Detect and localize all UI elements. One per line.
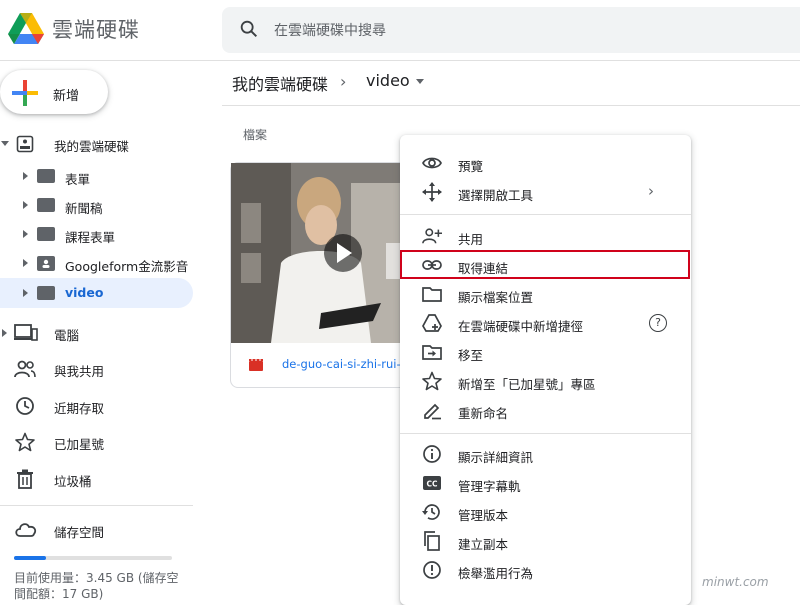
menu-item-versions[interactable]: 管理版本 [458,505,508,524]
sidebar-folder-googleform[interactable]: Googleform金流影音 [65,256,188,275]
breadcrumb-current[interactable]: video [366,71,410,90]
header-divider [0,60,800,61]
sidebar-divider [0,505,193,506]
breadcrumb-divider [222,105,800,106]
context-menu [400,135,691,605]
shared-people-icon [14,360,36,378]
trash-icon [17,469,33,489]
video-file-icon [249,359,263,371]
plus-icon [12,80,38,106]
person-add-icon [422,228,442,244]
eye-icon [422,157,442,169]
sidebar-item-starred[interactable]: 已加星號 [54,434,104,453]
captions-icon: CC [423,476,441,490]
storage-progress-fill [14,556,46,560]
folder-icon [37,286,55,300]
chevron-right-icon[interactable] [23,289,28,297]
folder-icon [37,169,55,183]
menu-item-open-with[interactable]: 選擇開啟工具 [458,185,533,204]
sidebar-item-my-drive[interactable]: 我的雲端硬碟 [54,136,129,155]
section-label: 檔案 [243,128,268,142]
pencil-icon [424,403,441,420]
menu-item-captions[interactable]: 管理字幕軌 [458,476,521,495]
chevron-right-icon[interactable] [23,259,28,267]
highlight-box-get-link [400,250,690,279]
history-icon [422,504,440,520]
sidebar-folder-course-forms[interactable]: 課程表單 [65,227,115,246]
menu-item-rename[interactable]: 重新命名 [458,403,508,422]
search-input[interactable]: 在雲端硬碟中搜尋 [274,20,386,40]
sidebar-folder-forms[interactable]: 表單 [65,169,90,188]
file-name[interactable]: de-guo-cai-si-zhi-rui-ji [282,357,407,371]
computer-icon [14,324,38,341]
sidebar-item-shared[interactable]: 與我共用 [54,361,104,380]
move-to-icon [422,345,442,360]
menu-item-show-location[interactable]: 顯示檔案位置 [458,287,533,306]
menu-item-share[interactable]: 共用 [458,229,483,248]
drive-logo-icon[interactable] [8,12,44,46]
report-icon [423,561,441,579]
sidebar-item-recent[interactable]: 近期存取 [54,398,104,417]
sidebar-item-computers[interactable]: 電腦 [54,325,79,344]
info-icon [423,445,441,463]
menu-item-details[interactable]: 顯示詳細資訊 [458,447,533,466]
chevron-down-icon[interactable] [1,141,9,146]
svg-text:CC: CC [426,480,438,489]
copy-icon [424,531,440,551]
menu-divider [400,433,691,434]
breadcrumb-separator: › [340,72,347,91]
chevron-right-icon: › [648,182,654,200]
shared-folder-icon [37,256,55,271]
cloud-icon [15,523,37,537]
star-icon [15,432,35,452]
chevron-right-icon[interactable] [23,172,28,180]
chevron-right-icon[interactable] [23,201,28,209]
video-thumbnail[interactable] [231,163,409,343]
search-icon[interactable] [238,18,260,40]
sidebar-folder-video[interactable]: video [65,285,103,300]
sidebar-item-storage[interactable]: 儲存空間 [54,522,104,541]
star-outline-icon [422,371,442,391]
menu-divider [400,214,691,215]
menu-item-add-star[interactable]: 新增至「已加星號」專區 [458,374,596,393]
menu-item-report-abuse[interactable]: 檢舉濫用行為 [458,563,533,582]
storage-usage-text: 目前使用量：3.45 GB (儲存空 [14,571,179,585]
link-icon [422,260,442,270]
menu-item-get-link[interactable]: 取得連結 [458,258,508,277]
chevron-down-icon[interactable] [416,79,424,84]
chevron-right-icon[interactable] [23,230,28,238]
new-button-label: 新增 [53,89,80,104]
menu-item-make-copy[interactable]: 建立副本 [458,534,508,553]
help-icon[interactable]: ? [649,314,667,332]
watermark: minwt.com [702,575,769,589]
app-title: 雲端硬碟 [52,18,140,42]
sidebar-item-trash[interactable]: 垃圾桶 [54,471,92,490]
folder-icon [37,198,55,212]
storage-usage-text-2: 間配額：17 GB) [14,587,104,601]
open-with-icon [422,182,442,202]
menu-item-add-shortcut[interactable]: 在雲端硬碟中新增捷徑 [458,316,583,335]
breadcrumb-root[interactable]: 我的雲端硬碟 [232,71,328,95]
menu-item-preview[interactable]: 預覽 [458,156,483,175]
add-shortcut-icon [422,314,442,332]
menu-item-move-to[interactable]: 移至 [458,345,483,364]
folder-icon [37,227,55,241]
clock-icon [16,397,34,415]
folder-outline-icon [422,287,442,302]
sidebar-folder-press[interactable]: 新聞稿 [65,198,103,217]
my-drive-icon [16,135,34,153]
chevron-right-icon[interactable] [2,329,7,337]
